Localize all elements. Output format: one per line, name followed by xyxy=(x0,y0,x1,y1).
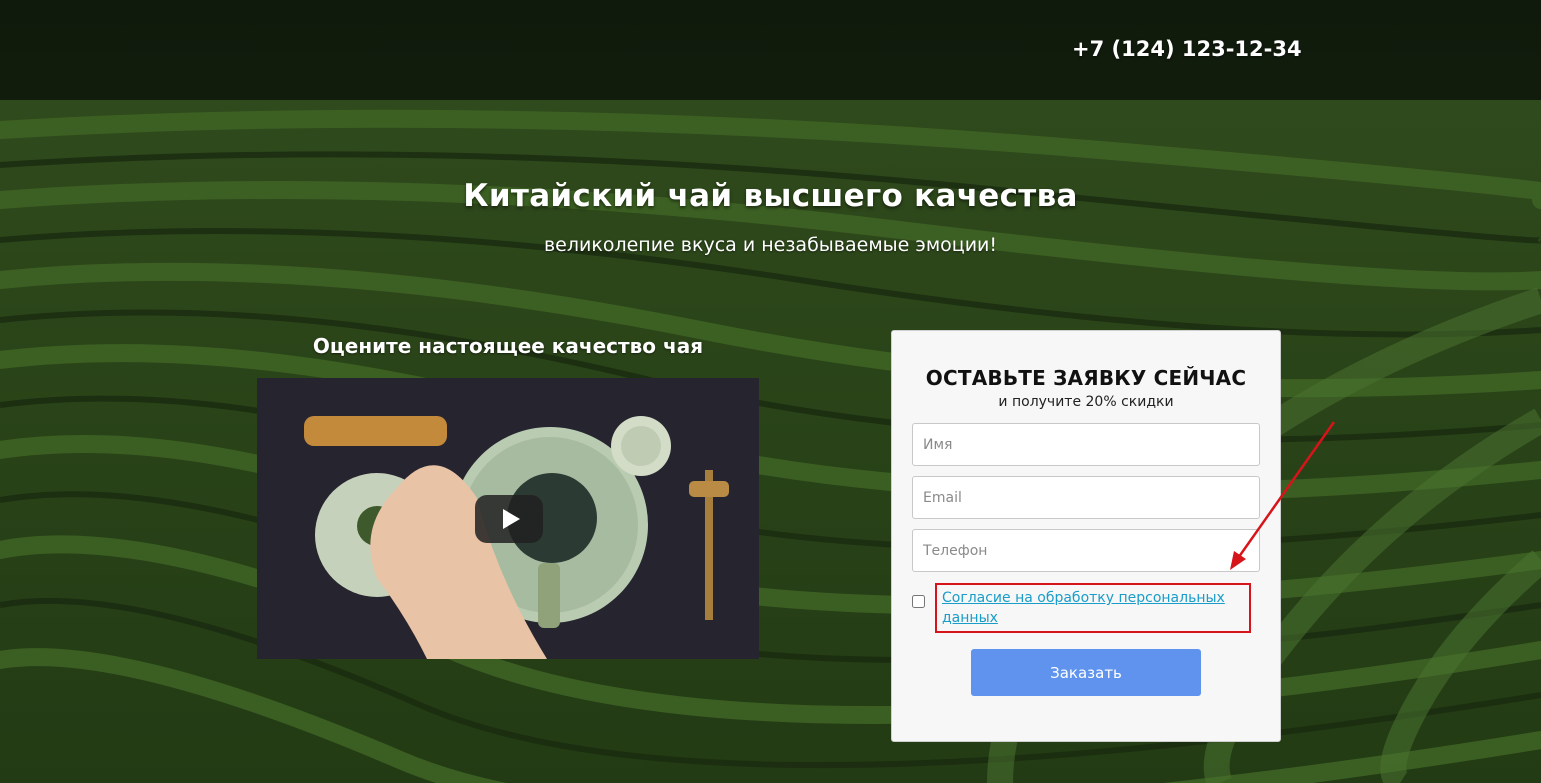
background-image xyxy=(0,0,1541,783)
form-title: ОСТАВЬТЕ ЗАЯВКУ СЕЙЧАС xyxy=(925,366,1247,390)
consent-link[interactable]: Согласие на обработку персональных данны… xyxy=(942,588,1242,628)
hero-subtitle: великолепие вкуса и незабываемые эмоции! xyxy=(543,234,998,256)
video-player[interactable] xyxy=(257,378,759,659)
hero-title: Китайский чай высшего качества xyxy=(463,178,1078,214)
phone-input[interactable] xyxy=(912,529,1260,572)
play-icon xyxy=(502,509,520,529)
order-button[interactable]: Заказать xyxy=(971,649,1201,696)
video-title: Оцените настоящее качество чая xyxy=(312,334,704,358)
name-input[interactable] xyxy=(912,423,1260,466)
consent-checkbox[interactable] xyxy=(912,595,925,608)
email-input[interactable] xyxy=(912,476,1260,519)
form-subtitle: и получите 20% скидки xyxy=(998,394,1174,410)
video-play-button[interactable] xyxy=(475,495,543,543)
annotation-arrow xyxy=(1230,421,1336,570)
header-phone[interactable]: +7 (124) 123-12-34 xyxy=(1072,37,1302,61)
